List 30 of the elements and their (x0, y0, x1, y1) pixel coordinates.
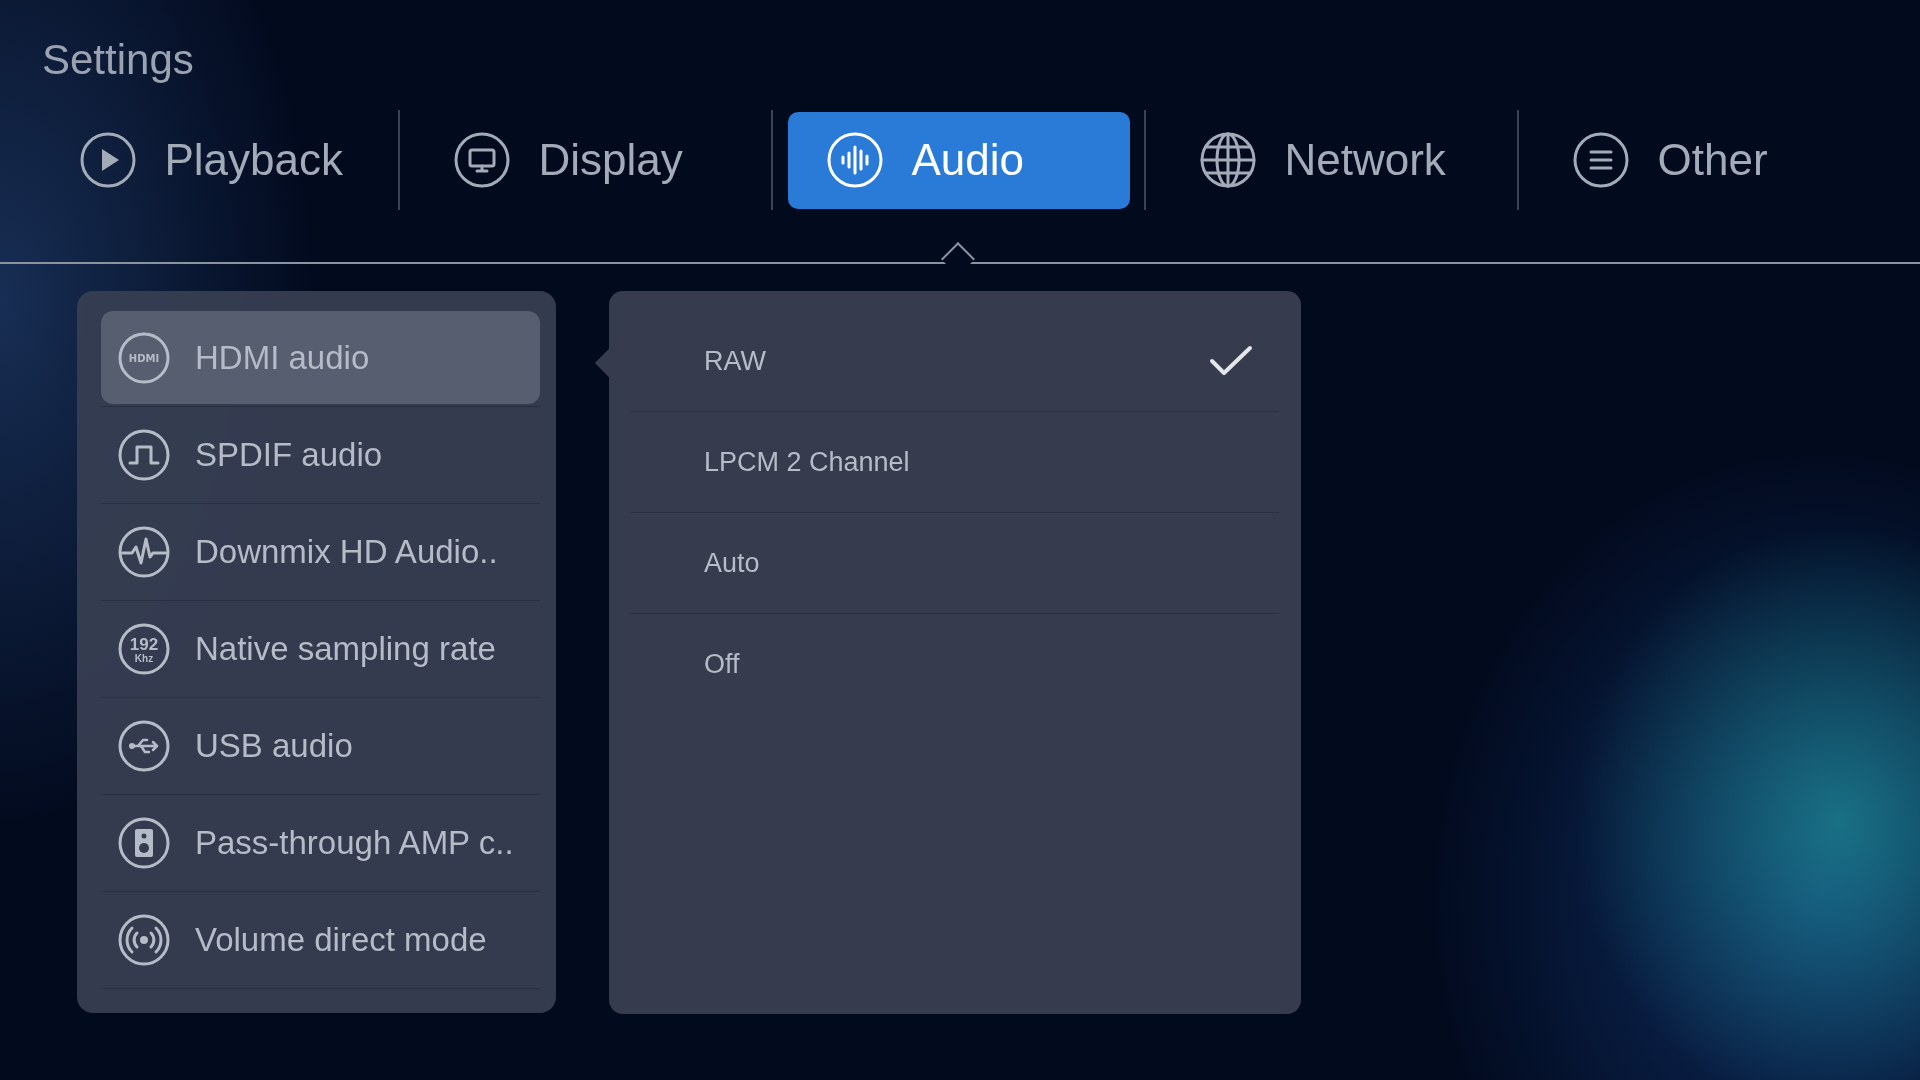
speaker-icon (117, 815, 171, 870)
monitor-icon (452, 131, 511, 189)
page-title: Settings (41, 35, 195, 85)
settings-list-item[interactable]: Downmix HD Audio.. (101, 505, 540, 598)
usb-icon (117, 718, 171, 773)
option-item[interactable]: Auto (631, 513, 1279, 614)
tab[interactable]: Display (414, 111, 757, 209)
option-item[interactable]: Off (631, 614, 1279, 714)
sample-rate-icon: 192 Khz (117, 621, 171, 676)
settings-list-item[interactable]: USB audio (101, 699, 540, 792)
option-item[interactable]: RAW (631, 311, 1279, 412)
tab[interactable]: Playback (40, 111, 383, 209)
settings-list-item[interactable]: SPDIF audio (101, 408, 540, 501)
option-item[interactable]: LPCM 2 Channel (631, 412, 1279, 513)
hdmi-icon: HDMI (117, 330, 171, 385)
broadcast-icon (117, 912, 171, 967)
settings-list-item[interactable]: HDMI HDMI audio (101, 311, 540, 404)
globe-icon (1198, 131, 1257, 189)
tab[interactable]: Other (1533, 111, 1876, 209)
pulse-icon (117, 524, 171, 579)
settings-list-item[interactable]: 192 Khz Native sampling rate (101, 602, 540, 695)
equalizer-icon (825, 131, 884, 189)
square-wave-icon (117, 427, 171, 482)
settings-list-item[interactable]: Pass-through AMP c.. (101, 796, 540, 889)
checkmark-icon (1209, 345, 1253, 377)
tab[interactable]: Network (1160, 111, 1503, 209)
play-icon (78, 131, 137, 189)
menu-icon (1571, 131, 1630, 189)
tab[interactable]: Audio (787, 111, 1130, 209)
settings-list-item[interactable]: Volume direct mode (101, 893, 540, 986)
